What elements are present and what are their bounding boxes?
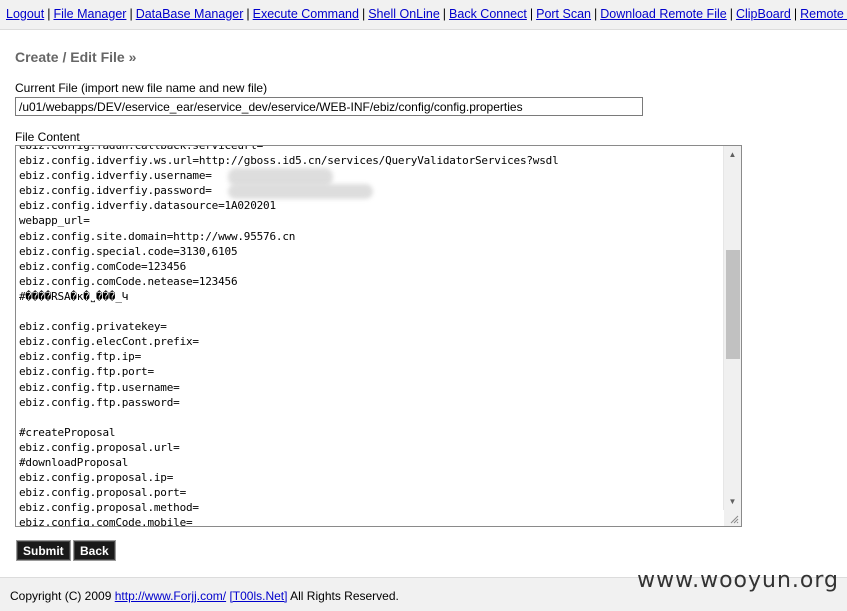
top-navigation-bar: Logout | File Manager | DataBase Manager | Exe… <box>0 0 847 30</box>
code-line: ebiz.config.idverfiy.datasource=1A020201 <box>19 199 276 213</box>
code-line: ebiz.config.proposal.url= <box>19 440 180 454</box>
code-line: #����RSA�ĸ�˽���_Կ <box>19 289 129 303</box>
footer-link-forjj[interactable]: http://www.Forjj.com/ <box>115 589 226 603</box>
footer-copyright: Copyright (C) 2009 <box>10 589 112 603</box>
scroll-down-arrow-icon[interactable]: ▼ <box>724 493 741 510</box>
code-line: ebiz.config.comCode.mobile= <box>19 516 193 526</box>
code-line: ebiz.config.idverfiy.ws.url=http://gboss… <box>19 154 559 168</box>
code-line: ebiz.config.ftp.port= <box>19 365 154 379</box>
code-line: ebiz.config.comCode.netease=123456 <box>19 274 238 288</box>
file-content-label: File Content <box>15 130 80 144</box>
code-line: ebiz.config.elecCont.prefix= <box>19 335 199 349</box>
footer-rights: All Rights Reserved. <box>290 589 399 603</box>
back-button[interactable]: Back <box>73 540 116 561</box>
vertical-scrollbar[interactable]: ▲ ▼ <box>723 146 741 510</box>
nav-link-download-remote-file[interactable]: Download Remote File <box>600 7 726 21</box>
code-line: ebiz.config.ftp.ip= <box>19 350 142 364</box>
nav-separator: | <box>529 7 534 21</box>
nav-separator: | <box>729 7 733 21</box>
nav-link-execute-command[interactable]: Execute Command <box>253 7 359 21</box>
nav-link-file-manager[interactable]: File Manager <box>53 7 126 21</box>
page-title: Create / Edit File » <box>15 49 137 65</box>
code-line: ebiz.config.proposal.method= <box>19 501 199 515</box>
nav-separator: | <box>361 7 366 21</box>
code-line: ebiz.config.privatekey= <box>19 320 167 334</box>
nav-link-clipboard[interactable]: ClipBoard <box>736 7 791 21</box>
code-line: ebiz.config.site.domain=http://www.95576… <box>19 229 296 243</box>
nav-separator: | <box>246 7 250 21</box>
code-line: ebiz.config.special.code=3130,6105 <box>19 244 238 258</box>
nav-link-remote-control[interactable]: Remote Co <box>800 7 847 21</box>
nav-link-database-manager[interactable]: DataBase Manager <box>136 7 244 21</box>
footer-link-t00ls[interactable]: [T00ls.Net] <box>229 589 287 603</box>
code-line: ebiz.config.proposal.ip= <box>19 471 174 485</box>
file-content-textarea[interactable]: ebiz.config.fadun.callback.serviceurl=eb… <box>15 145 742 527</box>
scrollbar-thumb[interactable] <box>726 250 740 359</box>
nav-link-back-connect[interactable]: Back Connect <box>449 7 527 21</box>
nav-separator: | <box>129 7 133 21</box>
nav-links: Logout | File Manager | DataBase Manager | Exe… <box>6 7 847 21</box>
code-line: ebiz.config.proposal.port= <box>19 486 186 500</box>
code-line: webapp_url= <box>19 214 90 228</box>
nav-separator: | <box>793 7 798 21</box>
scroll-up-arrow-icon[interactable]: ▲ <box>724 146 741 163</box>
submit-button[interactable]: Submit <box>16 540 71 561</box>
code-line: #createProposal <box>19 425 116 439</box>
code-lines: ebiz.config.fadun.callback.serviceurl=eb… <box>19 146 559 526</box>
code-text-area[interactable]: ebiz.config.fadun.callback.serviceurl=eb… <box>16 146 720 526</box>
current-file-input[interactable] <box>15 97 643 116</box>
code-line: ebiz.config.fadun.callback.serviceurl= <box>19 146 559 153</box>
footer-text: Copyright (C) 2009 http://www.Forjj.com/… <box>10 589 399 603</box>
code-line: #downloadProposal <box>19 455 129 469</box>
redaction-blur <box>228 184 373 199</box>
nav-link-shell-online[interactable]: Shell OnLine <box>368 7 440 21</box>
code-line: ebiz.config.ftp.password= <box>19 395 180 409</box>
code-line: ebiz.config.comCode=123456 <box>19 259 186 273</box>
watermark: www.wooyun.org <box>637 568 839 593</box>
current-file-label: Current File (import new file name and n… <box>15 81 268 95</box>
nav-separator: | <box>442 7 447 21</box>
nav-separator: | <box>594 7 598 21</box>
nav-separator: | <box>47 7 51 21</box>
nav-link-logout[interactable]: Logout <box>6 7 44 21</box>
resize-grip-icon[interactable] <box>724 509 741 526</box>
nav-link-port-scan[interactable]: Port Scan <box>536 7 591 21</box>
code-line: ebiz.config.ftp.username= <box>19 380 180 394</box>
